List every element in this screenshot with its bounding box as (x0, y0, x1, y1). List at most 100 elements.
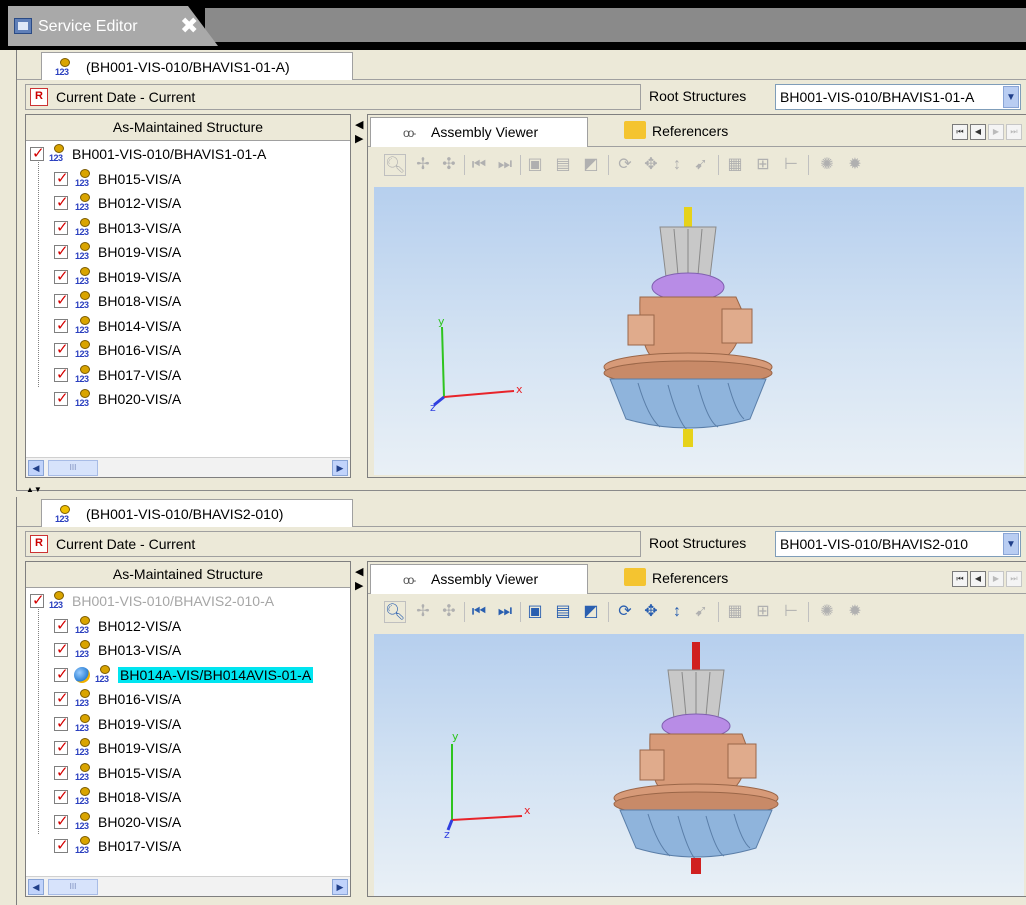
fit-icon[interactable]: ▣ (524, 154, 546, 176)
next-tab-icon[interactable]: ▶ (988, 571, 1004, 587)
checkbox[interactable] (54, 316, 69, 334)
next-step-icon[interactable]: ⏭ (494, 154, 516, 176)
structure-tab[interactable]: 123 (BH001-VIS-010/BHAVIS2-010) (41, 499, 353, 527)
section-icon[interactable]: ⊞ (752, 154, 774, 176)
align-icon[interactable]: ⊢ (780, 601, 802, 623)
measure-icon[interactable]: ▦ (724, 601, 746, 623)
scroll-thumb[interactable]: III (48, 879, 98, 895)
tree-item[interactable]: 123BH018-VIS/A (26, 786, 350, 811)
tree-item[interactable]: 123BH019-VIS/A (26, 737, 350, 762)
splitter-arrows[interactable]: ◀ ▶ (355, 565, 365, 593)
3d-viewport[interactable]: y x z (374, 634, 1024, 896)
close-icon[interactable]: ✖ (180, 15, 198, 37)
checkbox[interactable] (30, 144, 45, 162)
tree-item[interactable]: 123BH012-VIS/A (26, 615, 350, 640)
tree-item[interactable]: 123BH015-VIS/A (26, 762, 350, 787)
measure-icon[interactable]: ▦ (724, 154, 746, 176)
vertical-move-icon[interactable]: ↕ (666, 601, 688, 623)
3d-viewport[interactable]: y x z (374, 187, 1024, 475)
tree-item[interactable]: 123BH014A-VIS/BH014AVIS-01-A (26, 664, 350, 689)
tree-root-row[interactable]: 123 BH001-VIS-010/BHAVIS1-01-A (26, 143, 350, 168)
tree-item[interactable]: 123BH019-VIS/A (26, 713, 350, 738)
checkbox[interactable] (54, 714, 69, 732)
move-icon[interactable]: ✥ (640, 154, 662, 176)
checkbox[interactable] (54, 738, 69, 756)
tree-item[interactable]: 123BH020-VIS/A (26, 388, 350, 413)
splitter-arrows[interactable]: ◀ ▶ (355, 118, 365, 146)
tree-item[interactable]: 123BH019-VIS/A (26, 241, 350, 266)
tree-item[interactable]: 123BH014-VIS/A (26, 315, 350, 340)
tree-root-row[interactable]: 123 BH001-VIS-010/BHAVIS2-010-A (26, 590, 350, 615)
walk-icon[interactable]: ✣ (438, 601, 460, 623)
collapse-icon[interactable]: ✹ (844, 601, 866, 623)
tree-item[interactable]: 123BH013-VIS/A (26, 639, 350, 664)
tree-item[interactable]: 123BH018-VIS/A (26, 290, 350, 315)
scroll-thumb[interactable]: III (48, 460, 98, 476)
checkbox[interactable] (54, 389, 69, 407)
tab-service-editor[interactable]: Service Editor ✖ (8, 6, 218, 46)
tree-item[interactable]: 123BH020-VIS/A (26, 811, 350, 836)
scroll-right-icon[interactable]: ▶ (332, 460, 348, 476)
root-structures-select[interactable]: BH001-VIS-010/BHAVIS2-010 ▼ (775, 531, 1021, 557)
checkbox[interactable] (54, 689, 69, 707)
checkbox[interactable] (54, 291, 69, 309)
first-step-icon[interactable]: ⏮ (468, 154, 490, 176)
first-step-icon[interactable]: ⏮ (468, 601, 490, 623)
checkbox[interactable] (54, 836, 69, 854)
current-date-field[interactable]: Current Date - Current (25, 84, 641, 110)
collapse-icon[interactable]: ✹ (844, 154, 866, 176)
tab-referencers[interactable]: Referencers (590, 564, 800, 594)
zoom-icon[interactable]: 🔍︎ (384, 601, 406, 623)
view-icon[interactable]: ◩ (580, 154, 602, 176)
checkbox[interactable] (54, 169, 69, 187)
zoom-fit-icon[interactable]: ▤ (552, 601, 574, 623)
tree-item[interactable]: 123BH019-VIS/A (26, 266, 350, 291)
checkbox[interactable] (54, 365, 69, 383)
checkbox[interactable] (54, 267, 69, 285)
root-structures-select[interactable]: BH001-VIS-010/BHAVIS1-01-A ▼ (775, 84, 1021, 110)
explode-icon[interactable]: ✺ (816, 154, 838, 176)
current-date-field[interactable]: Current Date - Current (25, 531, 641, 557)
explode-icon[interactable]: ✺ (816, 601, 838, 623)
tab-referencers[interactable]: Referencers (590, 117, 800, 147)
zoom-fit-icon[interactable]: ▤ (552, 154, 574, 176)
horizontal-scrollbar[interactable]: ◀ III ▶ (26, 876, 350, 896)
checkbox[interactable] (54, 242, 69, 260)
next-tab-icon[interactable]: ▶ (988, 124, 1004, 140)
checkbox[interactable] (54, 340, 69, 358)
rotate-icon[interactable]: ⟳ (614, 601, 636, 623)
last-tab-icon[interactable]: ⏭ (1006, 571, 1022, 587)
checkbox[interactable] (54, 218, 69, 236)
move-icon[interactable]: ✥ (640, 601, 662, 623)
tab-assembly-viewer[interactable]: oo- Assembly Viewer (370, 564, 588, 594)
horizontal-scrollbar[interactable]: ◀ III ▶ (26, 457, 350, 477)
select-icon[interactable]: ➹ (690, 154, 712, 176)
tree-item[interactable]: 123BH017-VIS/A (26, 364, 350, 389)
vertical-move-icon[interactable]: ↕ (666, 154, 688, 176)
tree-item[interactable]: 123BH016-VIS/A (26, 339, 350, 364)
tree-item[interactable]: 123BH013-VIS/A (26, 217, 350, 242)
checkbox[interactable] (54, 665, 69, 683)
prev-tab-icon[interactable]: ◀ (970, 124, 986, 140)
zoom-icon[interactable]: 🔍︎ (384, 154, 406, 176)
scroll-right-icon[interactable]: ▶ (332, 879, 348, 895)
align-icon[interactable]: ⊢ (780, 154, 802, 176)
checkbox[interactable] (54, 787, 69, 805)
scroll-left-icon[interactable]: ◀ (28, 879, 44, 895)
tree-item[interactable]: 123BH015-VIS/A (26, 168, 350, 193)
chevron-down-icon[interactable]: ▼ (1003, 533, 1019, 555)
tree-item[interactable]: 123BH012-VIS/A (26, 192, 350, 217)
scroll-left-icon[interactable]: ◀ (28, 460, 44, 476)
next-step-icon[interactable]: ⏭ (494, 601, 516, 623)
structure-tab[interactable]: 123 (BH001-VIS-010/BHAVIS1-01-A) (41, 52, 353, 80)
rotate-icon[interactable]: ⟳ (614, 154, 636, 176)
view-icon[interactable]: ◩ (580, 601, 602, 623)
tree-item[interactable]: 123BH016-VIS/A (26, 688, 350, 713)
checkbox[interactable] (54, 640, 69, 658)
section-icon[interactable]: ⊞ (752, 601, 774, 623)
walk-icon[interactable]: ✣ (438, 154, 460, 176)
checkbox[interactable] (30, 591, 45, 609)
checkbox[interactable] (54, 616, 69, 634)
first-tab-icon[interactable]: ⏮ (952, 124, 968, 140)
pan-icon[interactable]: ✢ (412, 154, 434, 176)
